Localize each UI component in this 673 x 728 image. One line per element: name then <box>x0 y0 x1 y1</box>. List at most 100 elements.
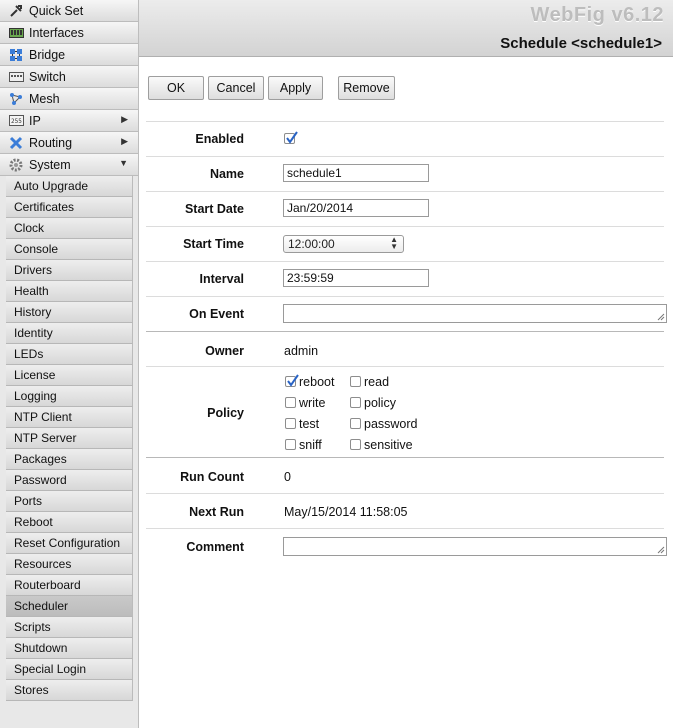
sidebar-item-leds[interactable]: LEDs <box>6 344 133 365</box>
policy-password-checkbox[interactable] <box>350 418 361 429</box>
divider <box>146 121 664 122</box>
sidebar-item-quick-set[interactable]: Quick Set <box>0 0 138 22</box>
sidebar-item-shutdown[interactable]: Shutdown <box>6 638 133 659</box>
divider <box>146 191 664 192</box>
sidebar-item-logging[interactable]: Logging <box>6 386 133 407</box>
header: WebFig v6.12 Schedule <schedule1> <box>139 0 673 57</box>
system-gear-icon <box>8 158 24 172</box>
ip-icon: 255 <box>8 114 24 128</box>
sidebar-item-scheduler[interactable]: Scheduler <box>6 596 133 617</box>
sidebar-item-password[interactable]: Password <box>6 470 133 491</box>
start-date-field[interactable]: Jan/20/2014 <box>283 199 429 217</box>
chevron-right-icon: ▶ <box>121 136 128 146</box>
sidebar-item-ntp-client[interactable]: NTP Client <box>6 407 133 428</box>
chevron-right-icon: ▶ <box>121 114 128 124</box>
divider <box>146 366 664 367</box>
resize-handle-icon[interactable] <box>657 546 665 554</box>
sidebar-item-packages[interactable]: Packages <box>6 449 133 470</box>
brand-logo: WebFig v6.12 <box>530 4 664 26</box>
policy-write-checkbox[interactable] <box>285 397 296 408</box>
name-field[interactable]: schedule1 <box>283 164 429 182</box>
enabled-label: Enabled <box>195 132 244 146</box>
routing-icon <box>8 136 24 150</box>
sidebar-item-clock[interactable]: Clock <box>6 218 133 239</box>
sidebar-item-bridge[interactable]: Bridge <box>0 44 138 66</box>
sidebar-item-resources[interactable]: Resources <box>6 554 133 575</box>
sidebar-item-license[interactable]: License <box>6 365 133 386</box>
sidebar-item-switch[interactable]: Switch <box>0 66 138 88</box>
sidebar-item-ports[interactable]: Ports <box>6 491 133 512</box>
start-time-label: Start Time <box>183 237 244 251</box>
sidebar-item-label: Quick Set <box>29 3 84 18</box>
sidebar-item-certificates[interactable]: Certificates <box>6 197 133 218</box>
sidebar-item-label: Routing <box>29 135 73 150</box>
sidebar-item-routerboard[interactable]: Routerboard <box>6 575 133 596</box>
sidebar: Quick Set Interfaces Bridge Switch Mesh … <box>0 0 139 728</box>
switch-icon <box>8 70 24 84</box>
cancel-button[interactable]: Cancel <box>208 76 264 100</box>
policy-reboot-checkbox[interactable] <box>285 374 299 387</box>
sidebar-item-ntp-server[interactable]: NTP Server <box>6 428 133 449</box>
sidebar-item-routing[interactable]: Routing ▶ <box>0 132 138 154</box>
divider <box>146 296 664 297</box>
divider <box>146 331 664 332</box>
divider <box>146 156 664 157</box>
chevron-down-icon: ▼ <box>119 158 128 168</box>
run-count-label: Run Count <box>180 470 244 484</box>
sidebar-item-label: Bridge <box>29 47 66 62</box>
sidebar-item-health[interactable]: Health <box>6 281 133 302</box>
next-run-label: Next Run <box>189 505 244 519</box>
interfaces-icon <box>8 26 24 40</box>
start-time-value: 12:00:00 <box>288 237 335 251</box>
sidebar-item-reset-configuration[interactable]: Reset Configuration <box>6 533 133 554</box>
divider <box>146 261 664 262</box>
policy-password-label: password <box>364 417 418 431</box>
sidebar-item-stores[interactable]: Stores <box>6 680 133 701</box>
sidebar-item-system[interactable]: System ▼ <box>0 154 138 176</box>
sidebar-item-drivers[interactable]: Drivers <box>6 260 133 281</box>
sidebar-item-reboot[interactable]: Reboot <box>6 512 133 533</box>
comment-textarea[interactable] <box>283 537 667 556</box>
sidebar-item-label: Switch <box>29 69 66 84</box>
start-time-select[interactable]: 12:00:00 ▲ ▼ <box>283 235 404 253</box>
policy-read-checkbox[interactable] <box>350 376 361 387</box>
sidebar-item-console[interactable]: Console <box>6 239 133 260</box>
sidebar-item-special-login[interactable]: Special Login <box>6 659 133 680</box>
page-title: Schedule <schedule1> <box>500 35 662 52</box>
interval-field[interactable]: 23:59:59 <box>283 269 429 287</box>
divider <box>146 457 664 458</box>
sidebar-item-mesh[interactable]: Mesh <box>0 88 138 110</box>
sidebar-item-scripts[interactable]: Scripts <box>6 617 133 638</box>
policy-sniff-label: sniff <box>299 438 322 452</box>
policy-sniff-checkbox[interactable] <box>285 439 296 450</box>
policy-sensitive-label: sensitive <box>364 438 413 452</box>
owner-label: Owner <box>205 344 244 358</box>
apply-button[interactable]: Apply <box>268 76 323 100</box>
sidebar-item-auto-upgrade[interactable]: Auto Upgrade <box>6 176 133 197</box>
policy-policy-label: policy <box>364 396 396 410</box>
sidebar-item-ip[interactable]: 255 IP ▶ <box>0 110 138 132</box>
enabled-checkbox[interactable] <box>284 131 298 144</box>
sidebar-item-label: System <box>29 157 71 172</box>
resize-handle-icon[interactable] <box>657 313 665 321</box>
on-event-label: On Event <box>189 307 244 321</box>
checkmark-icon <box>287 374 299 387</box>
bridge-icon <box>8 48 24 62</box>
on-event-textarea[interactable] <box>283 304 667 323</box>
policy-sensitive-checkbox[interactable] <box>350 439 361 450</box>
policy-policy-checkbox[interactable] <box>350 397 361 408</box>
comment-label: Comment <box>186 540 244 554</box>
sidebar-item-label: IP <box>29 113 41 128</box>
ok-button[interactable]: OK <box>148 76 204 100</box>
interval-label: Interval <box>199 272 244 286</box>
sidebar-item-identity[interactable]: Identity <box>6 323 133 344</box>
sidebar-item-interfaces[interactable]: Interfaces <box>0 22 138 44</box>
policy-test-label: test <box>299 417 320 431</box>
sidebar-item-history[interactable]: History <box>6 302 133 323</box>
run-count-value: 0 <box>284 470 291 484</box>
policy-reboot-label: reboot <box>299 375 335 389</box>
divider <box>146 493 664 494</box>
remove-button[interactable]: Remove <box>338 76 395 100</box>
policy-test-checkbox[interactable] <box>285 418 296 429</box>
start-date-label: Start Date <box>184 202 244 216</box>
